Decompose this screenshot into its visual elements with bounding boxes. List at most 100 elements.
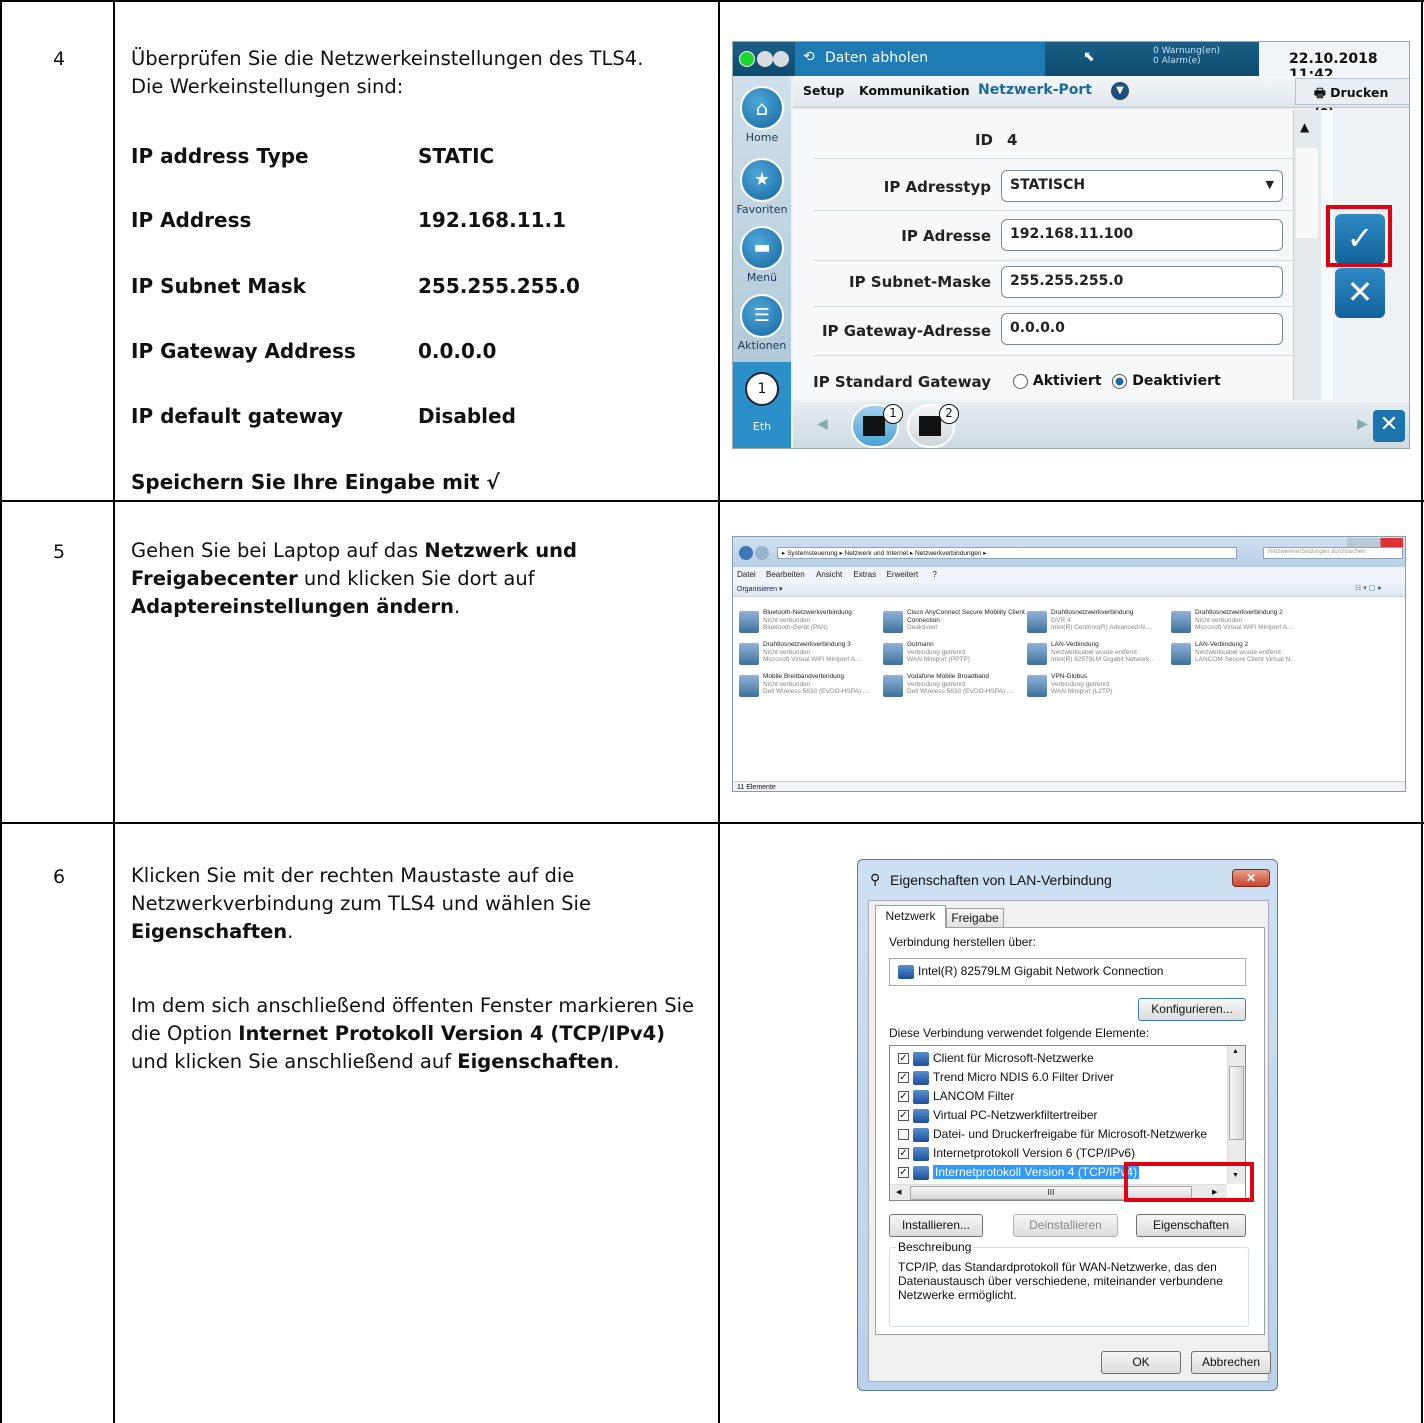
highlight-box (1124, 1162, 1254, 1202)
star-icon[interactable]: ★ (740, 158, 784, 202)
home-icon[interactable]: ⌂ (740, 86, 784, 130)
ip-address-input[interactable]: 192.168.11.100 (1001, 219, 1283, 251)
rj45-icon (919, 416, 941, 436)
menu-item[interactable]: Datei (737, 570, 756, 579)
sidebar-label-home: Home (745, 131, 779, 144)
component-item[interactable]: ✓ Internetprotokoll Version 4 (TCP/IPv4) (898, 1163, 1140, 1182)
ethernet-port-1-icon[interactable]: 1 (851, 404, 903, 448)
save-note: Speichern Sie Ihre Eingabe mit √ (131, 470, 500, 494)
port-1-number: 1 (883, 404, 903, 424)
chevron-down-icon[interactable]: ▼ (1111, 82, 1129, 100)
close-icon[interactable]: ✕ (1232, 869, 1270, 887)
table-border-right (1421, 0, 1423, 1423)
ok-button[interactable]: OK (1101, 1351, 1181, 1374)
checkbox[interactable]: ✓ (898, 1110, 909, 1122)
eth-port-number: 1 (745, 372, 779, 406)
component-item[interactable]: ✓ Trend Micro NDIS 6.0 Filter Driver (898, 1068, 1114, 1087)
sidebar-eth-tab[interactable]: 1 Eth (733, 362, 791, 448)
tab-netzwerk[interactable]: Netzwerk (875, 905, 946, 928)
setting-label: IP Address (131, 208, 252, 232)
component-item[interactable]: ✓ Virtual PC-Netzwerkfiltertreiber (898, 1106, 1098, 1125)
connection-item[interactable]: Drahtlosnetzwerkverbindung GVR 4 Intel(R) … (1027, 609, 1177, 645)
crumb-netzwerk-port[interactable]: Netzwerk-Port (978, 82, 1092, 98)
checkbox[interactable] (898, 1129, 909, 1141)
fetch-data-button[interactable]: ⟲ Daten abholen (795, 42, 1045, 76)
component-item[interactable]: ✓ Internetprotokoll Version 6 (TCP/IPv6) (898, 1144, 1135, 1163)
close-icon[interactable]: ✕ (1373, 410, 1405, 442)
connection-item[interactable]: Mobile Breitbandverbindung Nicht verbunde… (739, 673, 889, 709)
checkbox[interactable]: ✓ (898, 1148, 909, 1160)
connection-item[interactable]: Drahtlosnetzwerkverbindung 3 Nicht verbun… (739, 641, 889, 677)
divider (813, 355, 1313, 356)
connection-name: Cisco AnyConnect Secure Mobility Client … (907, 609, 1025, 624)
divider (813, 260, 1313, 261)
search-input[interactable]: Netzwerkverbindungen durchsuchen (1263, 547, 1403, 559)
menu-item[interactable]: Bearbeiten (766, 570, 805, 579)
component-label: Client für Microsoft-Netzwerke (933, 1051, 1094, 1065)
component-item[interactable]: ✓ Client für Microsoft-Netzwerke (898, 1049, 1094, 1068)
scroll-thumb[interactable] (1296, 148, 1318, 238)
connection-item[interactable]: Bluetooth-Netzwerkverbindung Nicht verbun… (739, 609, 889, 645)
actions-icon[interactable]: ☰ (740, 294, 784, 338)
configure-button[interactable]: Konfigurieren... (1138, 998, 1246, 1021)
scroll-thumb[interactable] (1229, 1066, 1244, 1140)
connection-text: Drahtlosnetzwerkverbindung GVR 4 Intel(R) … (1051, 609, 1177, 632)
ethernet-port-2-icon[interactable]: 2 (907, 404, 959, 448)
component-item[interactable]: ✓ LANCOM Filter (898, 1087, 1014, 1106)
network-adapter-icon (739, 675, 759, 697)
checkbox[interactable]: ✓ (898, 1091, 909, 1103)
alert-summary[interactable]: 0 Warnung(en) 0 Alarm(e) (1153, 46, 1253, 66)
connection-item[interactable]: LAN-Verbindung 2 Netzwerkkabel wurde entf… (1171, 641, 1321, 677)
properties-button[interactable]: Eigenschaften (1136, 1214, 1246, 1237)
organize-menu[interactable]: Organisieren ▾ (737, 585, 783, 593)
connection-item[interactable]: Vodafone Mobile Broadband Verbindung getr… (883, 673, 1033, 709)
radio-disabled-selected[interactable] (1112, 373, 1128, 389)
view-options-icon[interactable]: ☷ ▾ ▢ ● (1355, 584, 1381, 592)
component-label: Internetprotokoll Version 4 (TCP/IPv4) (933, 1165, 1140, 1179)
menu-item[interactable]: ? (932, 570, 936, 579)
scroll-up-icon: ▲ (1232, 1048, 1239, 1055)
breadcrumb: Setup Kommunikation Netzwerk-Port ▼ 🖶 Dr… (793, 76, 1409, 120)
menu-item[interactable]: Ansicht (816, 570, 842, 579)
connection-item[interactable]: VPN-Globus Verbindung getrennt WAN Minipor… (1027, 673, 1177, 709)
checkbox[interactable]: ✓ (898, 1053, 909, 1065)
component-label: Internetprotokoll Version 6 (TCP/IPv6) (933, 1146, 1136, 1160)
text-part: und klicken Sie dort auf (297, 567, 535, 590)
print-button[interactable]: 🖶 Drucken (0) (1295, 78, 1409, 120)
forward-icon[interactable] (755, 546, 769, 560)
install-button[interactable]: Installieren... (889, 1214, 983, 1237)
tab-freigabe[interactable]: Freigabe (946, 908, 1004, 928)
component-item[interactable]: Datei- und Druckerfreigabe für Microsoft… (898, 1125, 1207, 1144)
form-scrollbar[interactable]: ▲ (1293, 110, 1321, 400)
menu-item[interactable]: Erweitert (887, 570, 919, 579)
crumb-setup[interactable]: Setup (803, 83, 844, 98)
network-adapter-icon (883, 643, 903, 665)
checkbox[interactable]: ✓ (898, 1072, 909, 1084)
gateway-address-input[interactable]: 0.0.0.0 (1001, 313, 1283, 345)
window-controls[interactable] (1347, 538, 1403, 547)
network-adapter-icon (898, 964, 914, 979)
next-arrow-icon[interactable]: ▶ (1357, 416, 1368, 432)
crumb-kommunikation[interactable]: Kommunikation (859, 83, 970, 98)
connection-item[interactable]: Cisco AnyConnect Secure Mobility Client … (883, 609, 1033, 645)
sidebar-label-eth: Eth (752, 420, 772, 433)
radio-enabled-label: Aktiviert (1032, 373, 1102, 389)
connection-item[interactable]: LAN-Verbindung Netzwerkkabel wurde entfer… (1027, 641, 1177, 677)
uninstall-button[interactable]: Deinstallieren (1013, 1214, 1118, 1237)
radio-enabled[interactable] (1013, 373, 1028, 389)
description-group: Beschreibung TCP/IP, das Standardprotoko… (889, 1240, 1249, 1327)
checkbox[interactable]: ✓ (898, 1167, 909, 1179)
connection-item[interactable]: Gutmann Verbindung getrennt WAN Miniport (… (883, 641, 1033, 677)
connection-item[interactable]: Drahtlosnetzwerkverbindung 2 Nicht verbun… (1171, 609, 1321, 645)
cancel-button[interactable]: Abbrechen (1191, 1351, 1271, 1374)
cancel-x-button[interactable]: ✕ (1335, 268, 1385, 318)
menu-icon[interactable]: ▬ (740, 226, 784, 270)
sidebar-label-menu: Menü (746, 271, 778, 284)
address-bar[interactable]: ▸ Systemsteuerung ▸ Netzwerk und Interne… (777, 547, 1237, 559)
menu-item[interactable]: Extras (853, 570, 876, 579)
prev-arrow-icon[interactable]: ◀ (817, 416, 828, 432)
connection-text: Gutmann Verbindung getrennt WAN Miniport (… (907, 641, 1033, 664)
ip-type-select[interactable]: STATISCH ▼ (1001, 170, 1283, 202)
subnet-mask-input[interactable]: 255.255.255.0 (1001, 266, 1283, 298)
back-icon[interactable] (739, 546, 753, 560)
